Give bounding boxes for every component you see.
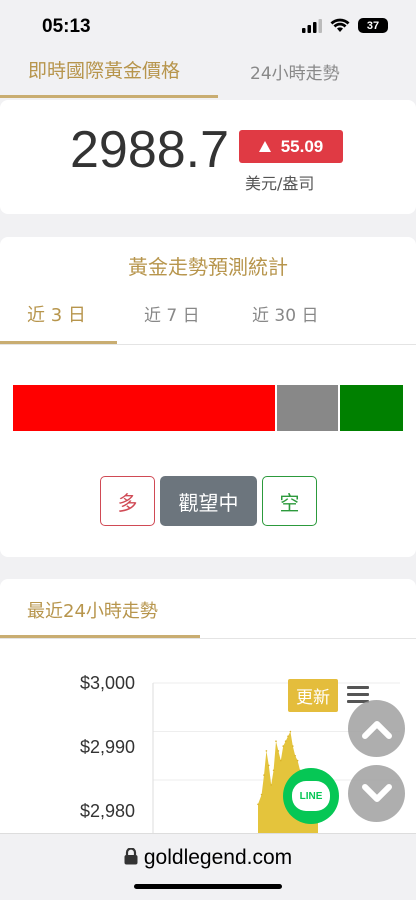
signal-icon xyxy=(302,18,322,33)
browser-url-bar[interactable]: goldlegend.com xyxy=(0,833,416,900)
price-point xyxy=(272,769,275,772)
gold-price-value: 2988.7 xyxy=(70,121,230,179)
tab-period-30-days[interactable]: 近 30 日 xyxy=(252,301,318,326)
tab-24h-trend[interactable]: 24小時走勢 xyxy=(250,59,340,84)
price-point xyxy=(296,759,299,762)
vote-watch-button[interactable]: 觀望中 xyxy=(160,476,257,526)
active-tab-underline xyxy=(0,95,218,98)
tab-live-gold-price[interactable]: 即時國際黃金價格 xyxy=(28,56,180,83)
price-point xyxy=(263,774,265,776)
refresh-button[interactable]: 更新 xyxy=(288,679,338,712)
forecast-card: 黃金走勢預測統計 近 3 日 近 7 日 近 30 日 多 觀望中 空 xyxy=(0,237,416,557)
status-bar: 05:13 37 xyxy=(0,0,416,52)
wifi-icon xyxy=(330,18,350,32)
price-point xyxy=(284,740,287,742)
price-point xyxy=(275,740,277,742)
price-point xyxy=(270,784,273,786)
price-unit: 美元/盎司 xyxy=(245,174,315,193)
tab-period-3-days[interactable]: 近 3 日 xyxy=(27,301,86,327)
top-tabs: 即時國際黃金價格 24小時走勢 xyxy=(0,46,416,98)
price-point xyxy=(294,755,297,757)
ratio-segment xyxy=(277,385,340,431)
price-point xyxy=(265,750,268,752)
line-label: LINE xyxy=(299,790,323,802)
home-indicator xyxy=(134,884,282,889)
price-point xyxy=(268,764,270,767)
forecast-title: 黃金走勢預測統計 xyxy=(128,255,288,279)
url-text: goldlegend.com xyxy=(143,846,293,869)
tab-period-7-days[interactable]: 近 7 日 xyxy=(144,301,200,326)
url-display[interactable]: goldlegend.com xyxy=(0,846,416,870)
status-icons: 37 xyxy=(302,18,388,33)
scroll-up-button[interactable] xyxy=(348,700,405,757)
battery-icon: 37 xyxy=(358,18,388,33)
chevron-down-icon xyxy=(361,783,392,802)
ratio-segment xyxy=(13,385,278,431)
price-point xyxy=(292,745,294,747)
vote-long-button[interactable]: 多 xyxy=(100,476,155,526)
price-point xyxy=(282,745,285,747)
status-time: 05:13 xyxy=(42,16,91,37)
price-card: 2988.7 55.09 美元/盎司 xyxy=(0,100,416,214)
price-change-badge: 55.09 xyxy=(239,130,343,163)
forecast-ratio-bar xyxy=(13,385,403,431)
price-point xyxy=(280,759,282,762)
period-divider xyxy=(0,344,416,345)
price-point xyxy=(277,750,280,752)
line-share-button[interactable]: LINE xyxy=(283,768,339,824)
triangle-up-icon xyxy=(258,141,271,152)
vote-short-button[interactable]: 空 xyxy=(262,476,317,526)
line-icon: LINE xyxy=(292,781,330,811)
price-point xyxy=(289,730,292,733)
price-point xyxy=(287,735,289,738)
scroll-down-button[interactable] xyxy=(348,765,405,822)
price-change-value: 55.09 xyxy=(280,136,324,156)
price-point xyxy=(257,803,259,806)
ratio-segment xyxy=(339,385,403,431)
chevron-up-icon xyxy=(361,720,392,739)
lock-icon xyxy=(124,847,138,865)
price-point xyxy=(260,793,263,796)
